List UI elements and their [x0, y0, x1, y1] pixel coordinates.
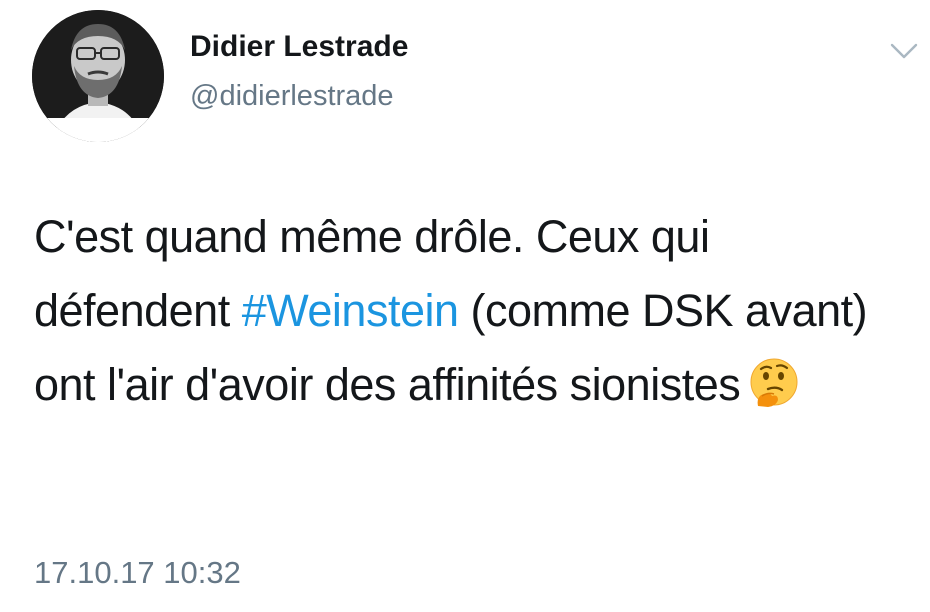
thinking-face-emoji: [748, 356, 800, 408]
author-handle[interactable]: @didierlestrade: [190, 78, 394, 114]
avatar-photo: [32, 10, 164, 142]
tweet-card: Didier Lestrade @didierlestrade C'est qu…: [0, 0, 930, 612]
chevron-down-icon[interactable]: [886, 36, 922, 66]
author-name[interactable]: Didier Lestrade: [190, 28, 408, 66]
tweet-text: C'est quand même drôle. Ceux qui défende…: [34, 200, 904, 422]
hashtag-link[interactable]: #Weinstein: [242, 285, 459, 336]
tweet-timestamp[interactable]: 17.10.17 10:32: [34, 553, 241, 593]
avatar[interactable]: [32, 10, 164, 142]
